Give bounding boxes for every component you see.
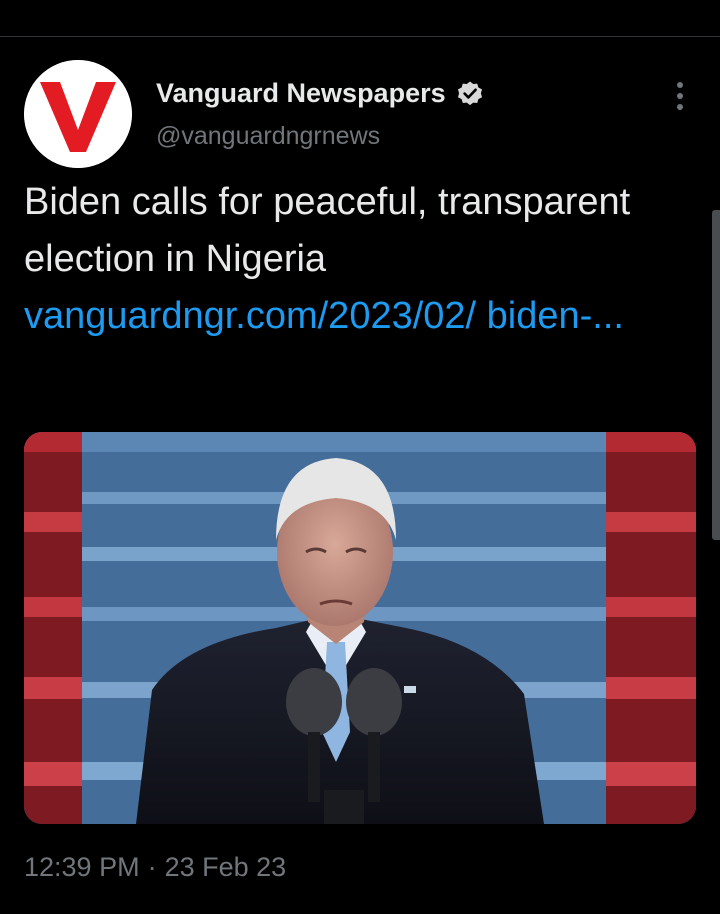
tweet-timestamp[interactable]: 12:39 PM · 23 Feb 23 xyxy=(24,852,286,883)
more-vertical-icon xyxy=(677,82,683,88)
tweet-header: Vanguard Newspapers @vanguardngrnews xyxy=(24,60,696,170)
scrollbar-thumb[interactable] xyxy=(712,210,720,540)
top-divider xyxy=(0,36,720,37)
user-handle[interactable]: @vanguardngrnews xyxy=(156,122,380,151)
timestamp-separator: · xyxy=(147,852,157,882)
more-options-button[interactable] xyxy=(664,76,696,116)
vanguard-logo-icon xyxy=(24,60,132,168)
tweet-link[interactable]: vanguardngr.com/2023/02/ biden-... xyxy=(24,288,644,344)
tweet-date: 23 Feb 23 xyxy=(164,852,287,882)
photo-image xyxy=(24,432,696,824)
tweet-photo[interactable] xyxy=(24,432,696,824)
avatar[interactable] xyxy=(24,60,132,168)
name-row: Vanguard Newspapers xyxy=(156,78,484,109)
tweet-text: Biden calls for peaceful, transparent el… xyxy=(24,181,631,280)
more-dot xyxy=(677,104,683,110)
tweet-time: 12:39 PM xyxy=(24,852,140,882)
verified-badge-icon xyxy=(456,80,484,108)
display-name[interactable]: Vanguard Newspapers xyxy=(156,78,446,109)
more-dot xyxy=(677,93,683,99)
